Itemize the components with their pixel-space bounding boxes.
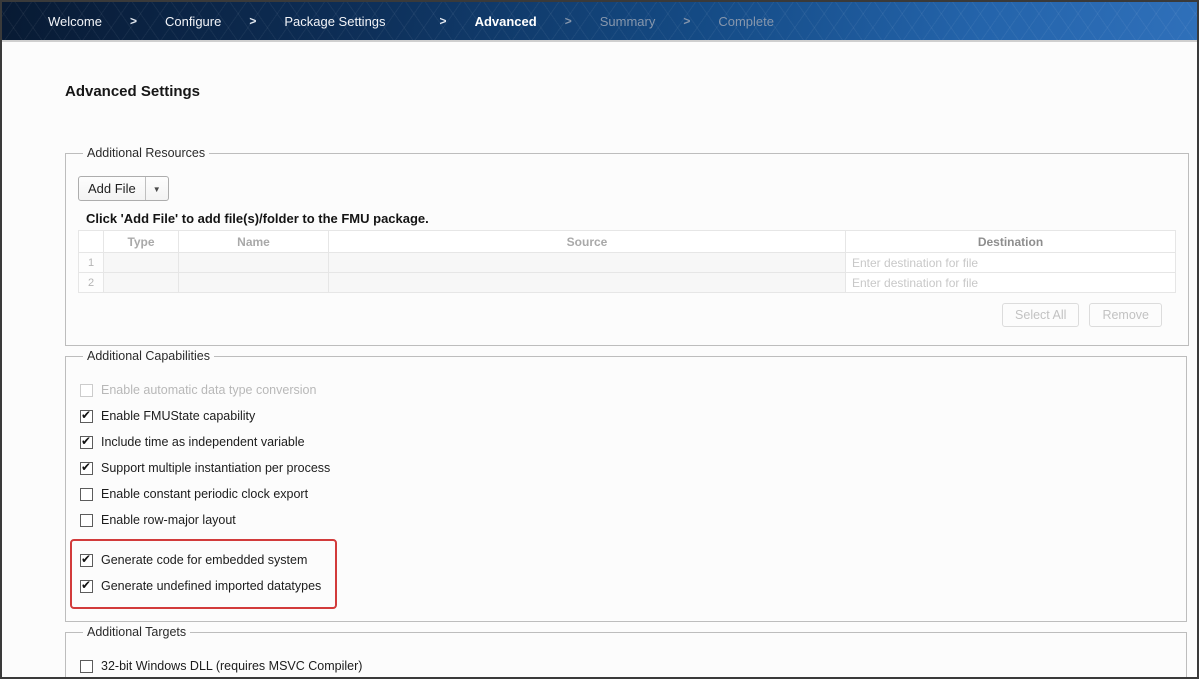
breadcrumb-step-configure: Configure	[165, 14, 221, 29]
checkbox-label: Enable row-major layout	[101, 513, 236, 527]
checkbox-row-major-layout[interactable]	[80, 514, 93, 527]
name-cell	[179, 273, 329, 293]
checkbox-row: Support multiple instantiation per proce…	[80, 461, 1174, 475]
checkbox-row: Enable automatic data type conversion	[80, 383, 1174, 397]
table-row: 1 Enter destination for file	[79, 253, 1176, 273]
add-file-instruction: Click 'Add File' to add file(s)/folder t…	[86, 211, 1176, 226]
breadcrumb-step-package-settings: Package Settings	[284, 14, 385, 29]
remove-button[interactable]: Remove	[1089, 303, 1162, 327]
page-title: Advanced Settings	[65, 83, 1187, 100]
checkbox-label: Enable automatic data type conversion	[101, 383, 316, 397]
add-file-button[interactable]: Add File	[79, 177, 145, 200]
additional-targets-legend: Additional Targets	[83, 625, 190, 639]
chevron-separator-icon: >	[440, 14, 447, 28]
breadcrumb-step-complete: Complete	[718, 14, 774, 29]
additional-capabilities-section: Additional Capabilities Enable automatic…	[65, 349, 1187, 622]
column-header-type: Type	[104, 231, 179, 253]
checkbox-label: Support multiple instantiation per proce…	[101, 461, 330, 475]
additional-resources-section: Additional Resources Add File ▼ Click 'A…	[65, 146, 1189, 346]
checkbox-label: Generate code for embedded system	[101, 553, 307, 567]
checkbox-32bit-windows-dll[interactable]	[80, 660, 93, 673]
column-header-source: Source	[329, 231, 846, 253]
chevron-separator-icon: >	[130, 14, 137, 28]
destination-placeholder: Enter destination for file	[852, 256, 978, 270]
row-number: 2	[79, 273, 104, 293]
column-header-index	[79, 231, 104, 253]
breadcrumb-step-advanced: Advanced	[475, 14, 537, 29]
row-number: 1	[79, 253, 104, 273]
additional-capabilities-legend: Additional Capabilities	[83, 349, 214, 363]
breadcrumb-step-welcome: Welcome	[48, 14, 102, 29]
chevron-separator-icon: >	[683, 14, 690, 28]
checkbox-label: 32-bit Windows DLL (requires MSVC Compil…	[101, 659, 362, 673]
checkbox-multiple-instantiation[interactable]	[80, 462, 93, 475]
checkbox-label: Include time as independent variable	[101, 435, 305, 449]
source-cell	[329, 273, 846, 293]
checkbox-row: Generate undefined imported datatypes	[80, 579, 321, 593]
select-all-button[interactable]: Select All	[1002, 303, 1079, 327]
breadcrumb: Welcome > Configure > Package Settings >…	[2, 2, 1197, 42]
checkbox-row: 32-bit Windows DLL (requires MSVC Compil…	[80, 659, 1174, 673]
destination-input[interactable]: Enter destination for file	[846, 253, 1176, 273]
breadcrumb-step-summary: Summary	[600, 14, 656, 29]
checkbox-generate-embedded-code[interactable]	[80, 554, 93, 567]
checkbox-label: Enable constant periodic clock export	[101, 487, 308, 501]
table-row: 2 Enter destination for file	[79, 273, 1176, 293]
source-cell	[329, 253, 846, 273]
highlight-box: Generate code for embedded system Genera…	[70, 539, 337, 609]
additional-targets-section: Additional Targets 32-bit Windows DLL (r…	[65, 625, 1187, 679]
checkbox-time-independent-variable[interactable]	[80, 436, 93, 449]
checkbox-generate-undefined-datatypes[interactable]	[80, 580, 93, 593]
type-cell	[104, 273, 179, 293]
checkbox-fmustate-capability[interactable]	[80, 410, 93, 423]
add-file-dropdown-button[interactable]: ▼	[145, 177, 168, 200]
chevron-separator-icon: >	[249, 14, 256, 28]
additional-resources-legend: Additional Resources	[83, 146, 209, 160]
type-cell	[104, 253, 179, 273]
checkbox-periodic-clock-export[interactable]	[80, 488, 93, 501]
checkbox-auto-datatype-conversion	[80, 384, 93, 397]
checkbox-label: Generate undefined imported datatypes	[101, 579, 321, 593]
add-file-split-button[interactable]: Add File ▼	[78, 176, 169, 201]
checkbox-row: Enable row-major layout	[80, 513, 1174, 527]
chevron-separator-icon: >	[565, 14, 572, 28]
destination-placeholder: Enter destination for file	[852, 276, 978, 290]
column-header-destination: Destination	[846, 231, 1176, 253]
checkbox-row: Enable constant periodic clock export	[80, 487, 1174, 501]
column-header-name: Name	[179, 231, 329, 253]
resources-table-header-row: Type Name Source Destination	[79, 231, 1176, 253]
destination-input[interactable]: Enter destination for file	[846, 273, 1176, 293]
name-cell	[179, 253, 329, 273]
checkbox-label: Enable FMUState capability	[101, 409, 255, 423]
checkbox-row: Include time as independent variable	[80, 435, 1174, 449]
chevron-down-icon: ▼	[153, 185, 161, 194]
wizard-window: Welcome > Configure > Package Settings >…	[0, 0, 1199, 679]
resources-table: Type Name Source Destination 1 Enter des…	[78, 230, 1176, 293]
checkbox-row: Generate code for embedded system	[80, 553, 321, 567]
checkbox-row: Enable FMUState capability	[80, 409, 1174, 423]
